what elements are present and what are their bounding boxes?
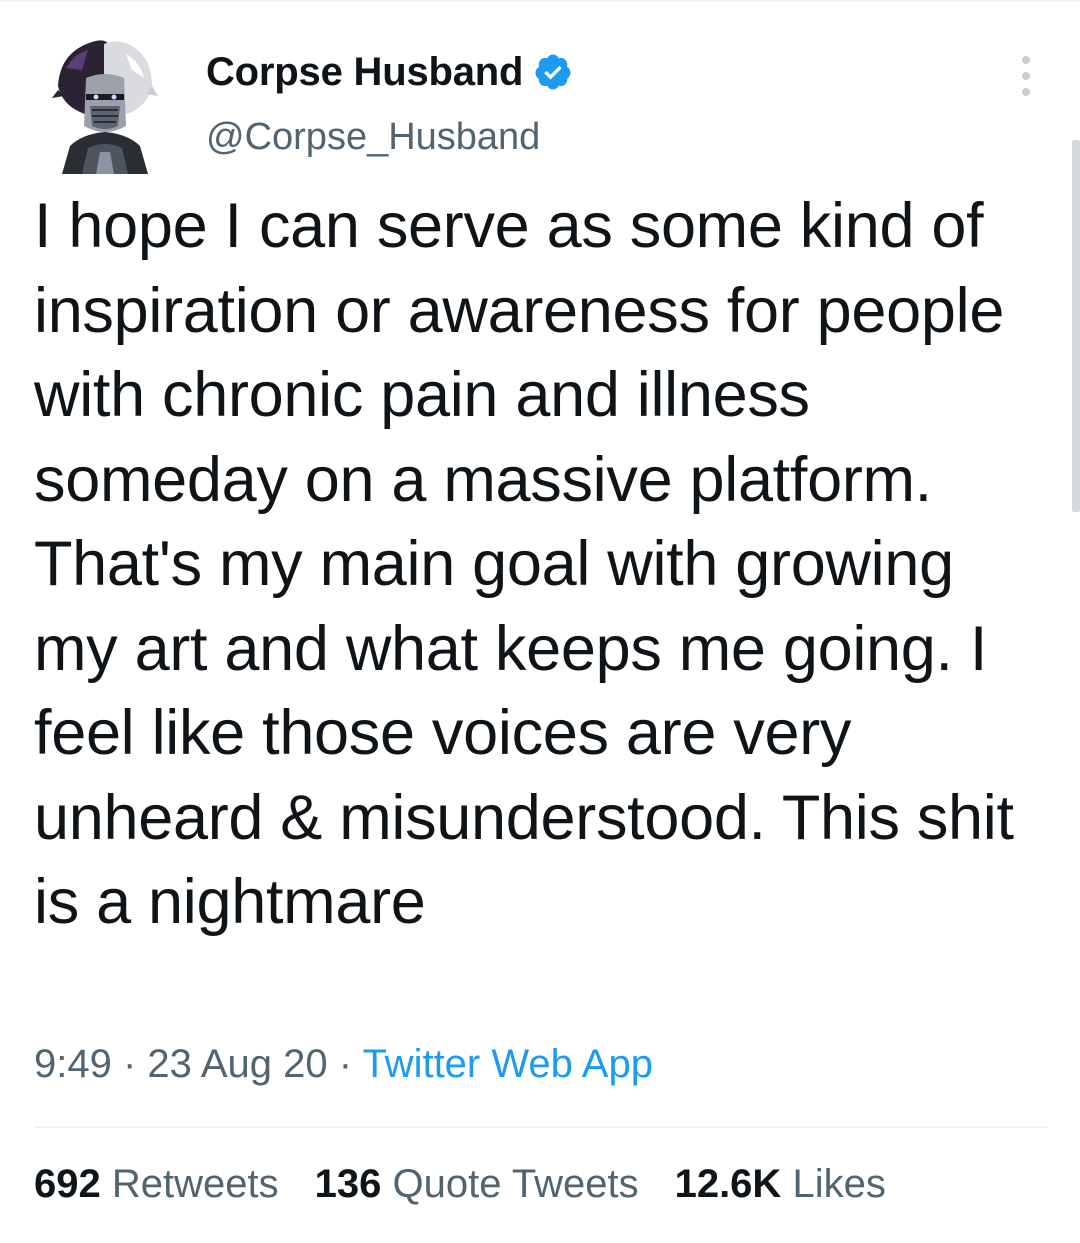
retweets-count: 692 (34, 1162, 101, 1206)
retweets-label: Retweets (111, 1162, 279, 1206)
more-options-dot (1022, 72, 1030, 80)
tweet-source-link[interactable]: Twitter Web App (362, 1042, 653, 1086)
meta-separator: · (122, 1042, 148, 1086)
tweet-meta: 9:49 · 23 Aug 20 · Twitter Web App (34, 1042, 653, 1087)
likes-label: Likes (792, 1162, 886, 1206)
likes-count: 12.6K (674, 1162, 782, 1206)
avatar[interactable] (52, 34, 158, 174)
tweet-stats: 692 Retweets 136 Quote Tweets 12.6K Like… (34, 1162, 922, 1207)
retweets-stat[interactable]: 692 Retweets (34, 1162, 279, 1207)
more-options-button[interactable] (1008, 56, 1044, 96)
author-name-row: Corpse Husband (206, 50, 573, 94)
scrollbar[interactable] (1072, 140, 1080, 512)
display-name[interactable]: Corpse Husband (206, 50, 523, 95)
tweet-text: I hope I can serve as some kind of inspi… (34, 191, 1031, 937)
verified-badge-icon (533, 52, 573, 92)
more-options-dot (1022, 88, 1030, 96)
author-block: Corpse Husband @Corpse_Husband (206, 50, 573, 159)
tweet-date[interactable]: 23 Aug 20 (147, 1042, 327, 1086)
quote-tweets-stat[interactable]: 136 Quote Tweets (315, 1162, 639, 1207)
author-handle[interactable]: @Corpse_Husband (206, 116, 573, 159)
tweet-time[interactable]: 9:49 (34, 1042, 112, 1086)
tweet-card: Corpse Husband @Corpse_Husband I hope I … (0, 0, 1080, 1243)
meta-separator: · (338, 1042, 363, 1086)
more-options-icon (1022, 56, 1030, 64)
quote-tweets-count: 136 (314, 1162, 382, 1206)
quote-tweets-label: Quote Tweets (392, 1162, 639, 1206)
likes-stat[interactable]: 12.6K Likes (675, 1162, 886, 1207)
avatar-image (52, 40, 158, 174)
stats-divider (34, 1126, 1048, 1128)
